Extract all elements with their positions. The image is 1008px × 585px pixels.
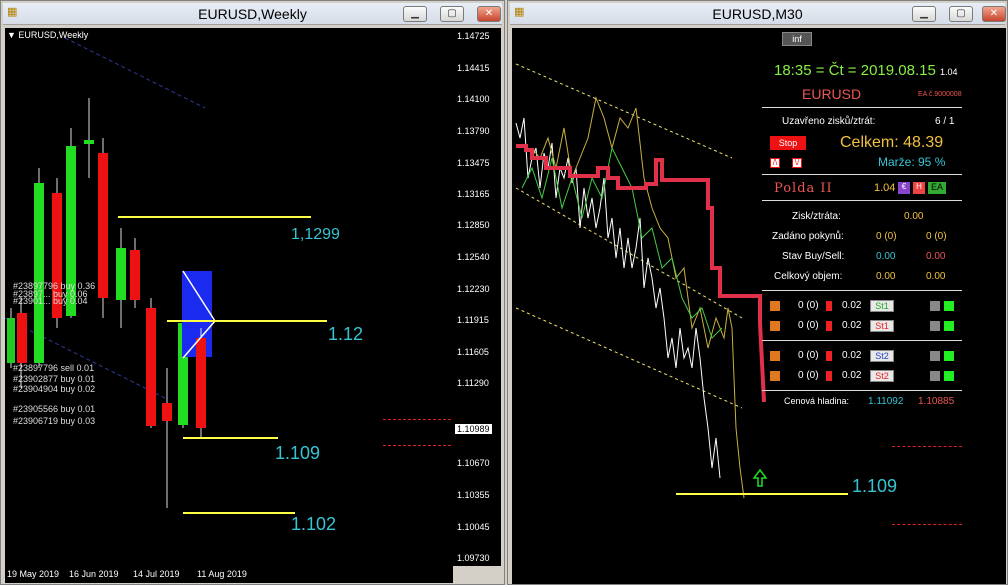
panel-divider <box>762 390 962 391</box>
white-price-line <box>515 117 721 479</box>
panel-divider <box>762 340 962 341</box>
symbol-label: ▼ EURUSD,Weekly <box>7 30 89 40</box>
price-bid: 1.11092 <box>868 396 904 407</box>
minus-button[interactable] <box>770 351 780 361</box>
profit-value: 0.00 <box>904 211 924 222</box>
m30-chart-window[interactable]: ▦ EURUSD,M30 ▁ ▢ ✕ inf 18:35 = Čt = 2019… <box>507 0 1008 585</box>
green-button[interactable] <box>944 301 954 311</box>
panel-divider <box>762 200 962 201</box>
panel-divider <box>762 174 962 175</box>
candle <box>116 228 126 328</box>
order-dash <box>892 524 962 525</box>
st1-button[interactable]: St1 <box>870 320 894 332</box>
level-label-3: 1.109 <box>275 443 321 463</box>
arrow-up-icon <box>752 468 768 487</box>
green-button[interactable] <box>944 351 954 361</box>
strategy-name: Polda II <box>774 181 833 196</box>
state-label: Stav Buy/Sell: <box>782 251 845 262</box>
order-dash <box>892 446 962 447</box>
margin-label: Marže: 95 % <box>878 155 946 169</box>
level-label-1: 1,1299 <box>291 226 340 243</box>
panel-divider <box>762 107 962 108</box>
level-line-1[interactable] <box>118 216 311 218</box>
level-line-2[interactable] <box>167 320 327 322</box>
maximize-button[interactable]: ▢ <box>440 6 464 22</box>
trend-line <box>64 37 206 109</box>
clock-label: 18:35 = Čt = 2019.08.15 1.04 <box>774 62 958 79</box>
hide-button[interactable]: /\ <box>770 158 780 168</box>
st2-button[interactable]: St2 <box>870 350 894 362</box>
inf-button[interactable]: inf <box>782 32 812 46</box>
stop-button[interactable]: Stop <box>770 136 806 150</box>
weekly-titlebar[interactable]: ▦ EURUSD,Weekly ▁ ▢ ✕ <box>3 3 502 25</box>
order-dash <box>383 419 451 420</box>
ea-badge[interactable]: EA <box>928 182 946 194</box>
close-button[interactable]: ✕ <box>982 6 1006 22</box>
st1-button[interactable]: St1 <box>870 300 894 312</box>
level-line-3[interactable] <box>183 437 278 439</box>
m30-titlebar[interactable]: ▦ EURUSD,M30 ▁ ▢ ✕ <box>510 3 1006 25</box>
green-button[interactable] <box>944 371 954 381</box>
volume-buy: 0.00 <box>876 271 896 282</box>
candle <box>162 368 172 508</box>
h-icon[interactable]: H <box>913 182 925 194</box>
ea-code: EA č.9000008 <box>918 91 962 98</box>
red-trend-line <box>516 144 766 403</box>
closed-value: 6 / 1 <box>935 116 955 127</box>
panel-divider <box>762 290 962 291</box>
candle <box>146 298 156 428</box>
orders-label: Zadáno pokynů: <box>772 231 844 242</box>
maximize-button[interactable]: ▢ <box>949 6 973 22</box>
closed-label: Uzavřeno zisků/ztrát: <box>782 116 876 127</box>
total-label: Celkem: 48.39 <box>840 134 944 151</box>
orders-buy: 0 (0) <box>876 231 897 242</box>
level-label-4: 1.102 <box>291 514 337 534</box>
profit-label: Zisk/ztráta: <box>792 211 841 222</box>
level-label-m30: 1.109 <box>852 476 898 496</box>
price-ask: 1.10885 <box>918 396 955 407</box>
green-button[interactable] <box>944 321 954 331</box>
current-price-marker: 1.10989 <box>455 424 492 434</box>
m30-chart-area[interactable]: inf 18:35 = Čt = 2019.08.15 1.04 EURUSD … <box>512 28 1006 584</box>
state-buy: 0.00 <box>876 251 896 262</box>
time-axis[interactable]: 19 May 2019 16 Jun 2019 14 Jul 2019 11 A… <box>5 566 453 583</box>
st2-button[interactable]: St2 <box>870 370 894 382</box>
candle <box>84 98 94 178</box>
gold-price-line <box>531 96 745 499</box>
show-button[interactable]: \/ <box>792 158 802 168</box>
strategy-version: 1.04 <box>874 182 896 194</box>
minus-button[interactable] <box>770 301 780 311</box>
orders-sell: 0 (0) <box>926 231 947 242</box>
volume-sell: 0.00 <box>926 271 946 282</box>
weekly-window-title: EURUSD,Weekly <box>198 6 307 22</box>
candle <box>196 328 206 438</box>
weekly-chart-window[interactable]: ▦ EURUSD,Weekly ▁ ▢ ✕ ▼ EURUSD,Weekly 1,… <box>0 0 505 585</box>
gray-button[interactable] <box>930 371 940 381</box>
volume-label: Celkový objem: <box>774 271 843 282</box>
price-axis[interactable]: 1.14725 1.14415 1.14100 1.13790 1.13475 … <box>453 28 501 566</box>
level-line-4[interactable] <box>183 512 295 514</box>
panel-symbol: EURUSD <box>802 86 862 102</box>
state-sell: 0.00 <box>926 251 946 262</box>
minimize-button[interactable]: ▁ <box>403 6 427 22</box>
minimize-button[interactable]: ▁ <box>912 6 936 22</box>
price-level-label: Cenová hladina: <box>784 396 850 406</box>
close-button[interactable]: ✕ <box>477 6 501 22</box>
level-label-2: 1.12 <box>328 324 364 344</box>
gray-button[interactable] <box>930 321 940 331</box>
minus-button[interactable] <box>770 371 780 381</box>
euro-icon[interactable]: € <box>898 182 910 194</box>
candle <box>7 308 15 368</box>
candle <box>130 238 140 308</box>
candle <box>34 168 44 368</box>
candle <box>98 138 108 318</box>
gray-button[interactable] <box>930 301 940 311</box>
gray-button[interactable] <box>930 351 940 361</box>
minus-button[interactable] <box>770 321 780 331</box>
weekly-chart-area[interactable]: ▼ EURUSD,Weekly 1,1299 1.12 1.109 1.102 … <box>5 28 453 566</box>
order-dash <box>383 445 451 446</box>
